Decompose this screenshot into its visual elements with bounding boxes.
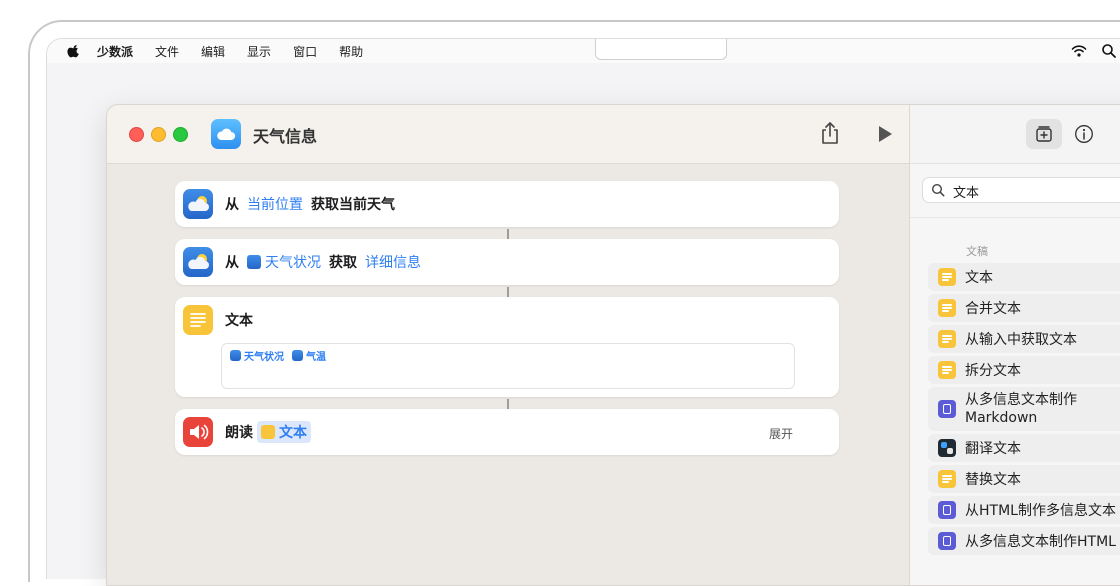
action-library-sidebar: 文本 文稿 文本 合并文本 从输入中获取文本 拆分文本 从多信息文本制作 Mar…	[909, 105, 1120, 585]
flow-connector	[507, 287, 509, 297]
list-item[interactable]: 从HTML制作多信息文本	[928, 496, 1120, 524]
weather-action-icon	[183, 189, 213, 219]
spotlight-search-icon[interactable]	[1101, 43, 1117, 59]
window-title: 天气信息	[253, 127, 318, 146]
token-label: 气温	[306, 352, 326, 363]
list-item[interactable]: 文本	[928, 263, 1120, 291]
action-text: 从	[225, 197, 239, 213]
action-text: 获取当前天气	[311, 197, 395, 213]
action-library-button[interactable]	[1026, 119, 1062, 149]
close-window-button[interactable]	[129, 127, 144, 142]
action-text-block[interactable]: 文本 天气状况 气温	[175, 297, 839, 397]
flow-connector	[507, 229, 509, 239]
menu-view[interactable]: 显示	[247, 43, 271, 60]
weather-variable-icon	[247, 255, 261, 269]
text-icon	[938, 361, 956, 379]
token-label: 天气状况	[244, 352, 284, 363]
text-icon	[938, 299, 956, 317]
action-results-list: 文本 合并文本 从输入中获取文本 拆分文本 从多信息文本制作 Markdown …	[928, 263, 1120, 558]
window-titlebar: 天气信息	[107, 105, 909, 164]
menu-file[interactable]: 文件	[155, 43, 179, 60]
list-item[interactable]: 合并文本	[928, 294, 1120, 322]
item-label: 合并文本	[965, 301, 1021, 317]
item-label: 翻译文本	[965, 441, 1021, 457]
action-get-weather-details[interactable]: 从 天气状况 获取 详细信息	[175, 239, 839, 285]
share-icon[interactable]	[819, 121, 841, 145]
menu-app[interactable]: 少数派	[97, 43, 133, 60]
camera-notch	[595, 39, 727, 60]
detail-param[interactable]: 详细信息	[361, 251, 425, 273]
item-label: 拆分文本	[965, 363, 1021, 379]
action-text: 从	[225, 255, 239, 271]
action-text: 获取	[329, 255, 357, 271]
text-action-icon	[183, 305, 213, 335]
token-temperature[interactable]: 气温	[292, 348, 326, 363]
sidebar-divider	[910, 217, 1120, 218]
run-play-icon[interactable]	[877, 125, 893, 143]
action-speak-text[interactable]: 朗读 文本 展开	[175, 409, 839, 455]
action-search-field[interactable]: 文本	[922, 177, 1120, 203]
document-icon	[938, 501, 956, 519]
weather-token-icon	[230, 350, 241, 361]
item-label: 从多信息文本制作HTML	[965, 534, 1116, 550]
weather-token-icon	[292, 350, 303, 361]
shortcuts-window: 天气信息 从 当前位置 获取当前天气 从 天气状况 获取 详细信息 文本 天气状…	[106, 104, 1120, 586]
weather-shortcut-icon	[211, 119, 241, 149]
search-input-value[interactable]: 文本	[953, 182, 979, 201]
list-item[interactable]: 从多信息文本制作HTML	[928, 527, 1120, 555]
token-weather-condition[interactable]: 天气状况	[230, 348, 284, 363]
library-add-icon	[1036, 126, 1052, 142]
apple-icon[interactable]	[67, 44, 81, 58]
menu-bar: 少数派 文件 编辑 显示 窗口 帮助	[47, 39, 1120, 63]
info-icon[interactable]	[1074, 124, 1094, 144]
item-label: 从多信息文本制作 Markdown	[965, 392, 1077, 426]
text-variable[interactable]: 文本	[257, 421, 311, 443]
text-input-area[interactable]: 天气状况 气温	[221, 343, 795, 389]
item-label: 从输入中获取文本	[965, 332, 1077, 348]
weather-action-icon	[183, 247, 213, 277]
action-get-weather[interactable]: 从 当前位置 获取当前天气	[175, 181, 839, 227]
sidebar-toolbar	[910, 105, 1120, 164]
text-variable-icon	[261, 425, 275, 439]
translate-icon	[938, 439, 956, 457]
document-icon	[938, 400, 956, 418]
flow-connector	[507, 399, 509, 409]
list-item[interactable]: 从多信息文本制作 Markdown	[928, 387, 1120, 431]
list-item[interactable]: 拆分文本	[928, 356, 1120, 384]
variable-label: 天气状况	[265, 255, 321, 271]
zoom-window-button[interactable]	[173, 127, 188, 142]
shortcut-editor: 从 当前位置 获取当前天气 从 天气状况 获取 详细信息 文本 天气状况 气温 …	[107, 163, 909, 585]
text-icon	[938, 470, 956, 488]
wifi-icon[interactable]	[1071, 43, 1087, 59]
menu-edit[interactable]: 编辑	[201, 43, 225, 60]
speaker-icon	[183, 417, 213, 447]
list-item[interactable]: 替换文本	[928, 465, 1120, 493]
text-icon	[938, 330, 956, 348]
minimize-window-button[interactable]	[151, 127, 166, 142]
expand-button[interactable]: 展开	[769, 425, 793, 442]
variable-label: 文本	[279, 425, 307, 441]
menu-window[interactable]: 窗口	[293, 43, 317, 60]
item-label: 替换文本	[965, 472, 1021, 488]
weather-condition-variable[interactable]: 天气状况	[243, 251, 325, 273]
location-param[interactable]: 当前位置	[243, 193, 307, 215]
list-item[interactable]: 从输入中获取文本	[928, 325, 1120, 353]
menu-help[interactable]: 帮助	[339, 43, 363, 60]
action-text: 朗读	[225, 425, 253, 441]
list-item[interactable]: 翻译文本	[928, 434, 1120, 462]
text-icon	[938, 268, 956, 286]
item-label: 从HTML制作多信息文本	[965, 503, 1116, 519]
section-header-documents: 文稿	[966, 245, 988, 258]
action-title: 文本	[225, 313, 253, 329]
item-label: 文本	[965, 270, 993, 286]
document-icon	[938, 532, 956, 550]
search-icon	[931, 183, 945, 197]
